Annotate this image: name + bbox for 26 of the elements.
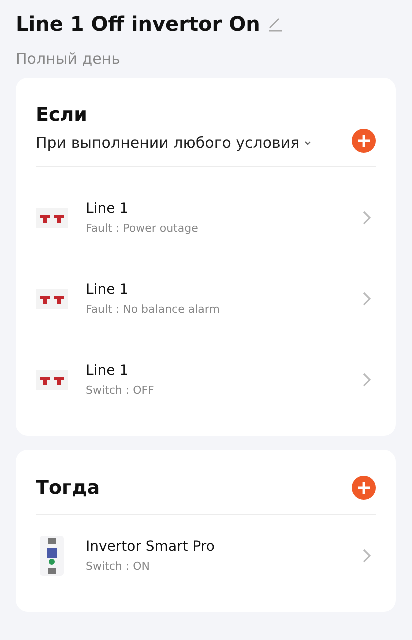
device-status: Fault : Power outage: [86, 222, 200, 234]
device-name: Line 1: [86, 200, 130, 216]
device-row[interactable]: Line 1 Fault : No balance alarm: [36, 258, 376, 339]
device-row[interactable]: Invertor Smart Pro Switch : ON: [36, 515, 376, 596]
scene-title: Line 1 Off invertor On: [16, 12, 260, 36]
add-button[interactable]: [352, 476, 376, 500]
device-name: Line 1: [86, 362, 130, 378]
device-row[interactable]: Line 1 Switch : OFF: [36, 339, 376, 420]
section-heading: Если: [36, 104, 88, 126]
chevron-icon: [362, 548, 372, 564]
device-status: Fault : No balance alarm: [86, 302, 221, 316]
device-status: Switch : ON: [86, 560, 151, 572]
section-heading: Тогда: [36, 477, 100, 499]
caret-icon[interactable]: [304, 139, 312, 147]
schedule-label: Полный день: [16, 50, 122, 68]
device-name: Line 1: [86, 282, 130, 298]
add-button[interactable]: [352, 129, 376, 153]
plus-icon: [357, 134, 371, 148]
device-row[interactable]: Line 1 Fault : Power outage: [36, 177, 376, 258]
chevron-icon: [362, 210, 372, 226]
plus-icon: [357, 481, 371, 495]
condition-mode[interactable]: При выполнении любого условия: [36, 134, 300, 152]
chevron-icon: [362, 290, 372, 306]
device-status: Switch : OFF: [86, 384, 156, 396]
device-name: Invertor Smart Pro: [86, 538, 216, 554]
chevron-icon: [362, 372, 372, 388]
